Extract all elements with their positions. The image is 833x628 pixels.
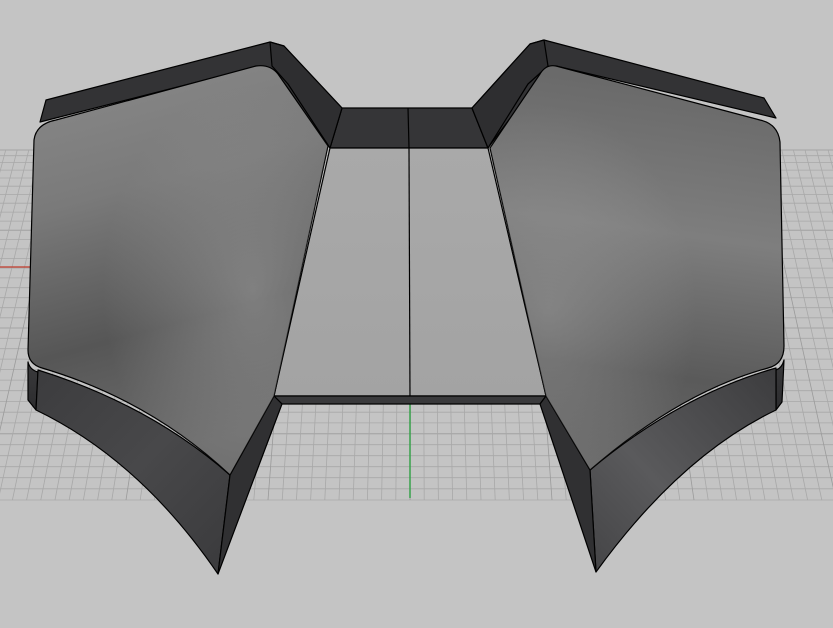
viewport-canvas[interactable] bbox=[0, 0, 833, 628]
right-wing-outer-side bbox=[775, 359, 785, 411]
3d-viewport[interactable] bbox=[0, 0, 833, 628]
grid-line bbox=[781, 149, 833, 369]
grid-line bbox=[793, 149, 833, 315]
grid-line bbox=[0, 149, 30, 267]
center-front-edge bbox=[273, 395, 547, 405]
grid-line bbox=[804, 149, 833, 264]
grid-line bbox=[816, 149, 833, 216]
grid-line bbox=[0, 149, 18, 219]
grid-line bbox=[0, 149, 7, 174]
